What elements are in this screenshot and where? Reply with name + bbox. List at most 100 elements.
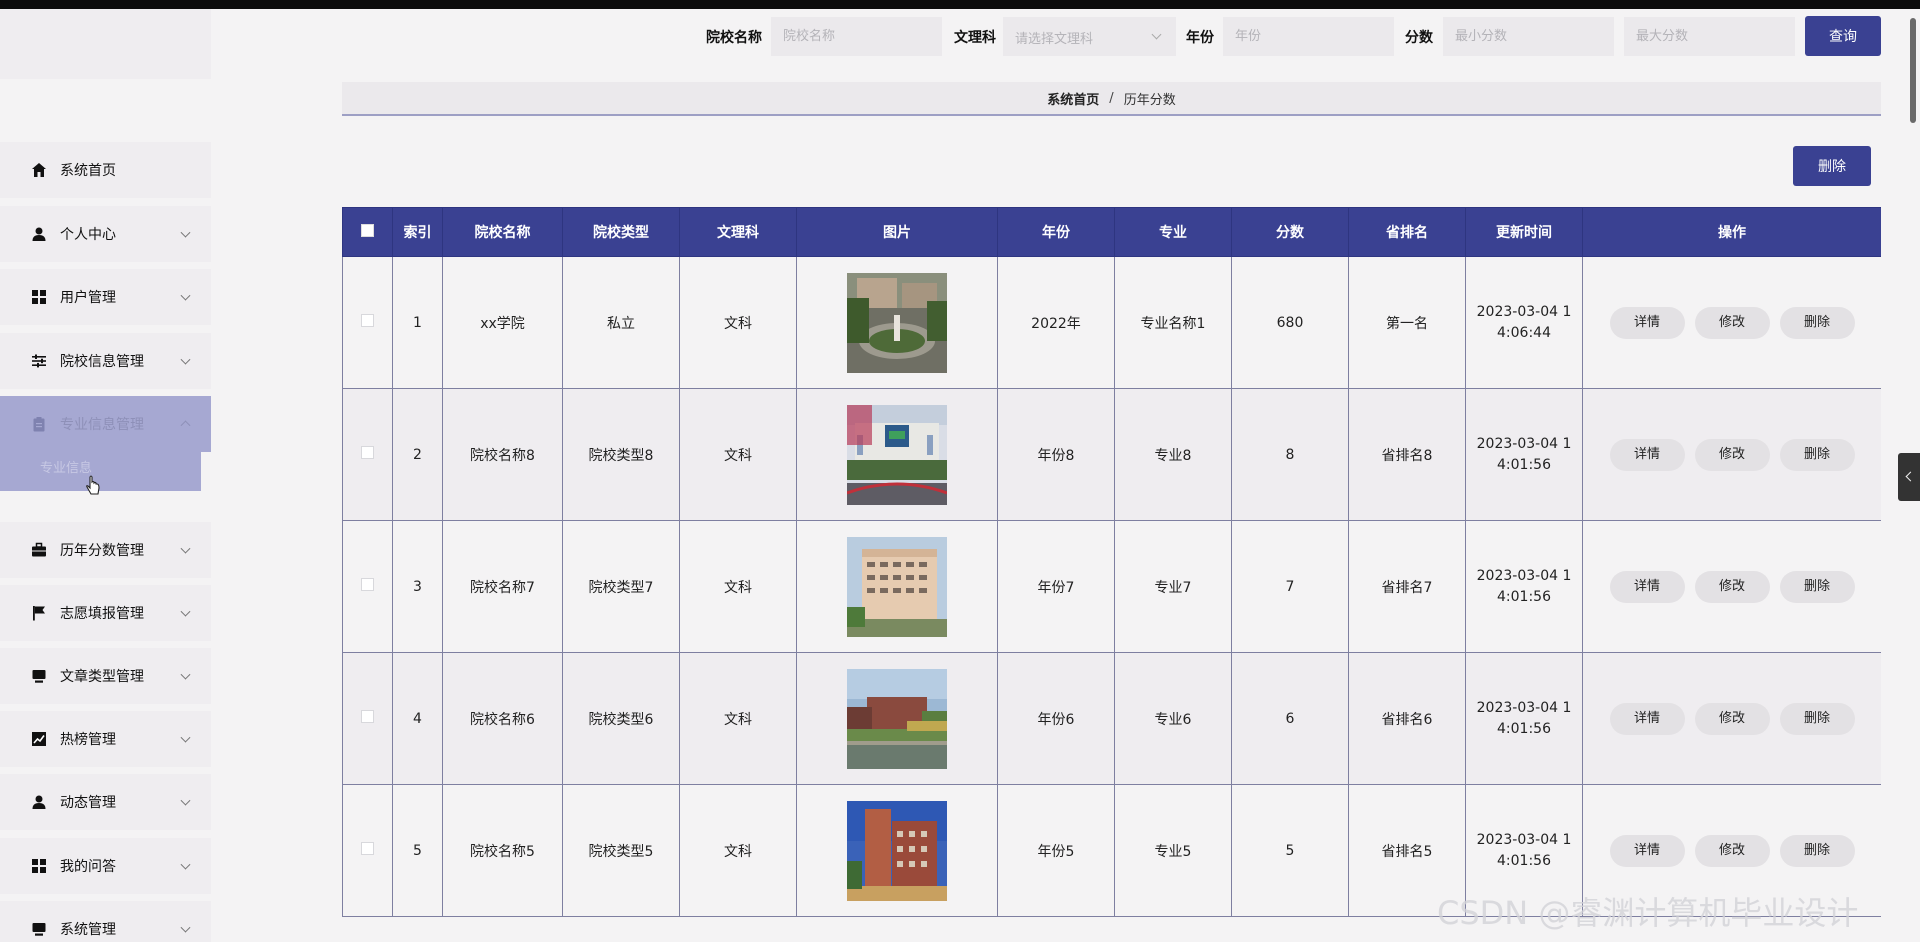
cell-index: 4 <box>392 652 443 785</box>
header-index: 索引 <box>392 207 443 257</box>
row-select-cell <box>342 520 393 653</box>
cell-type: 院校类型7 <box>562 520 680 653</box>
detail-button[interactable]: 详情 <box>1609 438 1685 471</box>
sidebar-item-news[interactable]: 动态管理 <box>0 774 211 830</box>
updated-time-line1: 2023-03-04 1 <box>1476 700 1572 716</box>
collapse-panel-handle[interactable] <box>1898 453 1920 501</box>
sidebar-item-qa[interactable]: 我的问答 <box>0 838 211 894</box>
cell-type: 院校类型6 <box>562 652 680 785</box>
chevron-up-icon <box>180 420 191 431</box>
row-select-cell <box>342 388 393 521</box>
header-score: 分数 <box>1231 207 1349 257</box>
sidebar-item-system[interactable]: 系统管理 <box>0 901 211 942</box>
updated-time-cell: 2023-03-04 1 4:06:44 <box>1465 256 1583 389</box>
chevron-down-icon <box>180 732 191 743</box>
cell-index: 3 <box>392 520 443 653</box>
bulk-delete-button[interactable]: 删除 <box>1793 146 1871 186</box>
sidebar-item-home[interactable]: 系统首页 <box>0 142 211 198</box>
chevron-down-icon <box>180 795 191 806</box>
sidebar-item-label: 院校信息管理 <box>60 354 144 370</box>
detail-button[interactable]: 详情 <box>1609 834 1685 867</box>
edit-button[interactable]: 修改 <box>1694 438 1770 471</box>
delete-button[interactable]: 删除 <box>1779 834 1855 867</box>
row-checkbox[interactable] <box>361 842 374 855</box>
detail-button[interactable]: 详情 <box>1609 306 1685 339</box>
sidebar-item-scores[interactable]: 历年分数管理 <box>0 522 211 578</box>
cell-major: 专业7 <box>1114 520 1232 653</box>
chevron-down-icon <box>180 922 191 933</box>
year-input[interactable] <box>1223 17 1394 56</box>
cell-rank: 省排名7 <box>1348 520 1466 653</box>
sidebar-item-label: 动态管理 <box>60 795 116 811</box>
subject-select[interactable]: 请选择文理科 <box>1003 17 1176 56</box>
updated-time-line1: 2023-03-04 1 <box>1476 568 1572 584</box>
delete-button[interactable]: 删除 <box>1779 306 1855 339</box>
sidebar-logo-area <box>0 9 211 79</box>
delete-button[interactable]: 删除 <box>1779 570 1855 603</box>
row-checkbox[interactable] <box>361 710 374 723</box>
cell-year: 年份8 <box>997 388 1115 521</box>
sliders-icon <box>30 352 48 370</box>
chart-icon <box>30 730 48 748</box>
max-score-input[interactable] <box>1624 17 1795 56</box>
cell-major: 专业6 <box>1114 652 1232 785</box>
chevron-down-icon <box>180 543 191 554</box>
college-name-input[interactable] <box>771 17 942 56</box>
sidebar-item-article-types[interactable]: 文章类型管理 <box>0 648 211 704</box>
sidebar-item-hot[interactable]: 热榜管理 <box>0 711 211 767</box>
edit-button[interactable]: 修改 <box>1694 570 1770 603</box>
vertical-scrollbar[interactable] <box>1910 18 1916 123</box>
user-icon <box>30 793 48 811</box>
chevron-down-icon <box>180 859 191 870</box>
cell-college: 院校名称7 <box>442 520 563 653</box>
sidebar-subitem-label: 专业信息 <box>40 461 93 476</box>
sidebar-item-personal[interactable]: 个人中心 <box>0 206 211 262</box>
delete-button[interactable]: 删除 <box>1779 438 1855 471</box>
table-row: 3 院校名称7 院校类型7 文科 年份7 专业7 7 省排名7 2023-03-04 1 4:01… <box>342 520 1881 653</box>
sidebar-item-label: 文章类型管理 <box>60 669 144 685</box>
header-rank: 省排名 <box>1348 207 1466 257</box>
cell-type: 私立 <box>562 256 680 389</box>
college-image-cell <box>796 652 998 785</box>
cell-subject: 文科 <box>679 388 797 521</box>
user-icon <box>30 225 48 243</box>
delete-button[interactable]: 删除 <box>1779 702 1855 735</box>
updated-time-line1: 2023-03-04 1 <box>1476 304 1572 320</box>
updated-time-line1: 2023-03-04 1 <box>1476 436 1572 452</box>
edit-button[interactable]: 修改 <box>1694 306 1770 339</box>
edit-button[interactable]: 修改 <box>1694 702 1770 735</box>
updated-time-line1: 2023-03-04 1 <box>1476 832 1572 848</box>
min-score-input[interactable] <box>1443 17 1614 56</box>
breadcrumb-home[interactable]: 系统首页 <box>1047 89 1099 108</box>
chevron-down-icon <box>180 290 191 301</box>
cell-index: 1 <box>392 256 443 389</box>
sidebar-item-users[interactable]: 用户管理 <box>0 269 211 325</box>
edit-button[interactable]: 修改 <box>1694 834 1770 867</box>
header-updated: 更新时间 <box>1465 207 1583 257</box>
college-photo <box>847 668 947 769</box>
home-icon <box>30 161 48 179</box>
sidebar-item-applications[interactable]: 志愿填报管理 <box>0 585 211 641</box>
select-all-checkbox[interactable] <box>361 223 374 237</box>
row-checkbox[interactable] <box>361 578 374 591</box>
cell-subject: 文科 <box>679 520 797 653</box>
cell-year: 年份7 <box>997 520 1115 653</box>
detail-button[interactable]: 详情 <box>1609 570 1685 603</box>
updated-time-cell: 2023-03-04 1 4:01:56 <box>1465 520 1583 653</box>
monitor-icon <box>30 920 48 938</box>
updated-time-cell: 2023-03-04 1 4:01:56 <box>1465 652 1583 785</box>
sidebar-item-colleges[interactable]: 院校信息管理 <box>0 333 211 389</box>
watermark: CSDN @睿渊计算机毕业设计 <box>1437 894 1859 932</box>
cell-college: 院校名称8 <box>442 388 563 521</box>
sidebar-item-label: 用户管理 <box>60 290 116 306</box>
briefcase-icon <box>30 541 48 559</box>
row-checkbox[interactable] <box>361 446 374 459</box>
cell-score: 8 <box>1231 388 1349 521</box>
row-checkbox[interactable] <box>361 314 374 327</box>
chevron-down-icon <box>180 354 191 365</box>
query-button[interactable]: 查询 <box>1805 16 1881 56</box>
breadcrumb-current: 历年分数 <box>1123 92 1176 108</box>
detail-button[interactable]: 详情 <box>1609 702 1685 735</box>
header-type: 院校类型 <box>562 207 680 257</box>
updated-time-line2: 4:06:44 <box>1497 325 1551 341</box>
